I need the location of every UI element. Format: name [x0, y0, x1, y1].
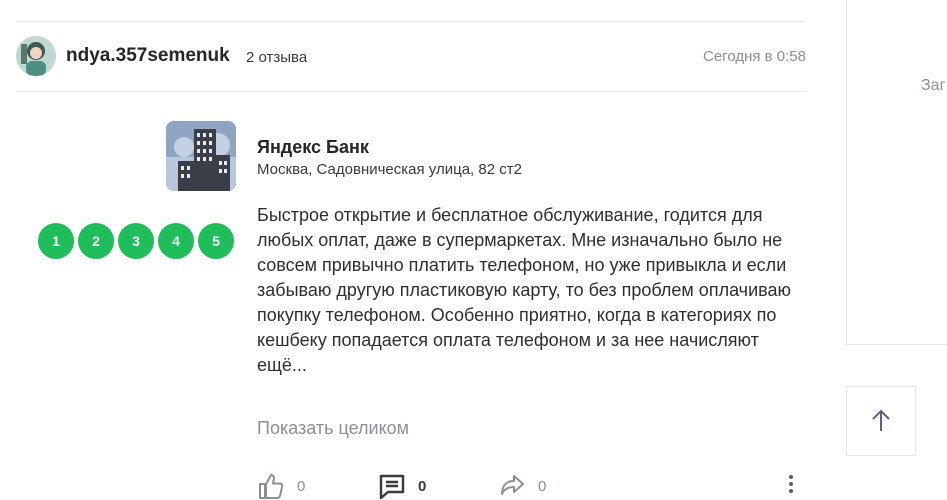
organization-address: Москва, Садовническая улица, 82 ст2: [257, 161, 522, 178]
like-button[interactable]: 0: [257, 472, 305, 500]
building-icon: [166, 121, 236, 191]
shares-count: 0: [538, 477, 547, 495]
rating-step-5: 5: [196, 221, 236, 261]
divider-header: [16, 91, 806, 92]
likes-count: 0: [297, 477, 306, 495]
more-vertical-icon: [789, 475, 793, 493]
organization-name[interactable]: Яндекс Банк: [257, 137, 369, 158]
side-panel-text: Заг: [921, 77, 946, 94]
avatar[interactable]: [16, 36, 56, 76]
more-options-button[interactable]: [786, 474, 796, 499]
review-text: Быстрое открытие и бесплатное обслуживан…: [257, 205, 791, 375]
organization-logo[interactable]: [166, 121, 236, 191]
comments-count: 0: [418, 477, 427, 495]
divider-top: [16, 21, 806, 22]
username[interactable]: ndya.357semenuk: [66, 45, 230, 67]
rating-step-3: 3: [116, 221, 156, 261]
share-button[interactable]: 0: [498, 472, 546, 500]
rating-step-4: 4: [156, 221, 196, 261]
user-avatar-image: [16, 36, 56, 76]
thumbs-up-icon: [259, 474, 284, 499]
arrow-up-icon: [872, 409, 890, 431]
comment-icon: [379, 474, 405, 500]
comment-button[interactable]: 0: [378, 472, 426, 500]
rating: 1 2 3 4 5: [36, 221, 236, 261]
scroll-to-top-button[interactable]: [846, 386, 916, 456]
show-full-link[interactable]: Показать целиком: [257, 418, 409, 439]
rating-step-2: 2: [76, 221, 116, 261]
reviews-count: 2 отзыва: [246, 49, 308, 66]
review-date: Сегодня в 0:58: [703, 48, 806, 65]
side-panel: Заг: [846, 0, 947, 345]
share-icon: [501, 475, 524, 495]
rating-step-1: 1: [36, 221, 76, 261]
